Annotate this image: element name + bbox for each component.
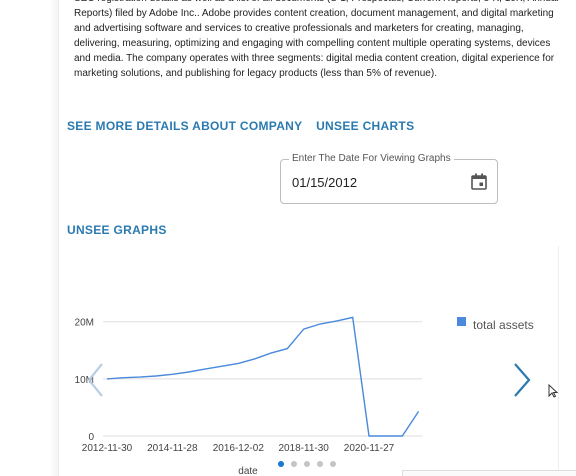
x-tick-label: 2018-11-30 xyxy=(278,443,329,454)
calendar-icon[interactable] xyxy=(471,173,487,190)
series-line-total-assets xyxy=(106,316,420,437)
x-tick-label: 2014-11-28 xyxy=(147,443,198,454)
carousel-dot[interactable] xyxy=(291,461,297,467)
unsee-charts-link[interactable]: UNSEE CHARTS xyxy=(316,119,414,133)
x-axis-label: date xyxy=(238,466,258,476)
carousel-dot[interactable] xyxy=(317,461,323,467)
y-tick-label: 0 xyxy=(88,432,94,443)
bottom-panel-edge xyxy=(402,470,576,476)
legend-label: total assets xyxy=(473,318,534,332)
x-tick-label: 2012-11-30 xyxy=(82,443,133,454)
total-assets-chart: 20M10M02012-11-30 2014-11-28 2016-12-02 201… xyxy=(75,316,534,476)
date-picker-value[interactable]: 01/15/2012 xyxy=(292,175,357,190)
see-more-details-link[interactable]: SEE MORE DETAILS ABOUT COMPANY xyxy=(67,119,302,133)
date-picker-label: Enter The Date For Viewing Graphs xyxy=(289,153,454,164)
x-tick-label: 2020-11-27 xyxy=(344,443,395,454)
carousel-dot[interactable] xyxy=(330,461,336,467)
unsee-graphs-link[interactable]: UNSEE GRAPHS xyxy=(67,223,167,237)
carousel-dot[interactable] xyxy=(278,461,284,467)
page: SEC registration details as well as a li… xyxy=(0,0,576,476)
company-links-row: SEE MORE DETAILS ABOUT COMPANY UNSEE CHA… xyxy=(67,119,424,133)
x-tick-label: 2016-12-02 xyxy=(213,443,265,454)
chart-panel: 20M 10M 0 2012-11-30 2014-11-28 2016-12-02 201… xyxy=(60,246,559,476)
chevron-left-icon[interactable] xyxy=(86,362,106,403)
legend-swatch xyxy=(457,317,466,326)
company-description: SEC registration details as well as a li… xyxy=(74,0,559,79)
date-picker-field[interactable]: Enter The Date For Viewing Graphs 01/15/… xyxy=(280,153,498,204)
left-gutter xyxy=(0,0,59,476)
chevron-right-icon[interactable] xyxy=(512,362,532,403)
y-tick-label: 20M xyxy=(75,318,94,329)
mouse-cursor-icon xyxy=(548,383,559,403)
carousel-dot[interactable] xyxy=(304,461,310,467)
